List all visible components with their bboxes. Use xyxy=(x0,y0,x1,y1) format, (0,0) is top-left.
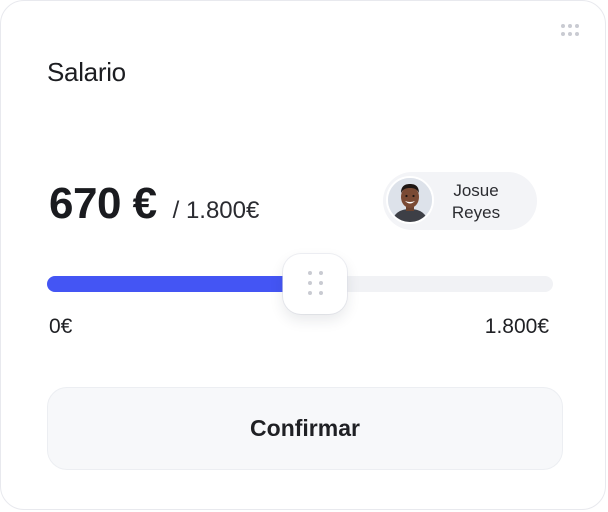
total-amount: / 1.800€ xyxy=(172,197,260,224)
grip-dots-icon xyxy=(308,271,324,295)
range-min-label: 0€ xyxy=(49,315,73,338)
card-title: Salario xyxy=(47,57,126,87)
drag-handle-icon[interactable] xyxy=(561,24,579,36)
range-max-label: 1.800€ xyxy=(484,315,549,338)
amount-display: 670 € / 1.800€ xyxy=(49,179,259,229)
user-last-name: Reyes xyxy=(451,203,501,222)
user-first-name: Josue xyxy=(453,181,499,200)
avatar xyxy=(386,176,434,224)
current-amount: 670 € xyxy=(49,179,157,228)
user-name: Josue Reyes xyxy=(445,180,507,224)
salary-slider[interactable] xyxy=(47,254,553,314)
confirm-button[interactable]: Confirmar xyxy=(47,387,563,470)
slider-thumb[interactable] xyxy=(283,254,348,314)
user-chip[interactable]: Josue Reyes xyxy=(383,172,537,230)
slider-fill xyxy=(47,276,316,292)
salary-card: Salario 670 € / 1.800€ Josue Reyes 0€ 1.… xyxy=(0,0,606,510)
